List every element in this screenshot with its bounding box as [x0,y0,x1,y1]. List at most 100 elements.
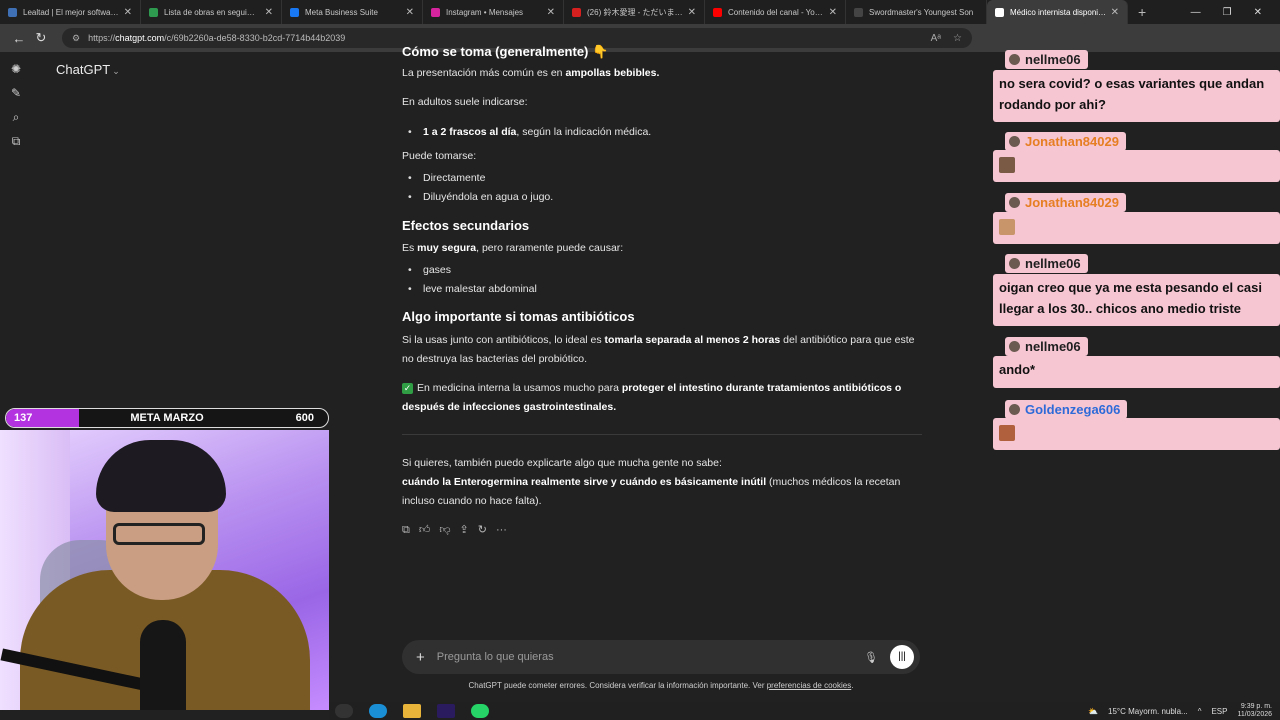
user-badge-icon [1009,54,1020,65]
chat-message-emote [993,212,1280,244]
tab-4[interactable]: (26) 鈴木愛理 - ただいまの星 ✕ [564,0,705,24]
paragraph: ✓ En medicina interna la usamos mucho par… [402,382,902,413]
user-badge-icon [1009,197,1020,208]
prompt-input[interactable]: Pregunta lo que quieras [437,651,864,663]
clock[interactable]: 9:39 p. m. 11/03/2026 [1237,703,1272,719]
minimize-icon[interactable]: — [1191,7,1201,18]
close-icon[interactable]: ✕ [688,7,696,18]
voice-mode-button[interactable]: ||| [890,645,914,669]
edge-icon[interactable] [369,704,387,718]
paragraph: cuándo la Enterogermina realmente sirve … [402,476,901,507]
emote-icon [999,424,1015,441]
close-icon[interactable]: ✕ [124,7,132,18]
list-item: leve malestar abdominal [402,280,922,299]
whatsapp-icon[interactable] [471,704,489,718]
tab-favicon [8,7,17,17]
thumbs-up-icon[interactable]: 👍︎ [419,521,431,540]
list: Directamente Diluyéndola en agua o jugo. [402,169,922,207]
tab-favicon [431,7,440,17]
list-item: gases [402,261,922,280]
model-selector[interactable]: ChatGPT ⌄ [56,62,120,77]
chat-username: Jonathan84029 [1005,132,1126,151]
reload-icon[interactable]: ↻ [30,30,52,46]
prompt-composer[interactable]: + Pregunta lo que quieras 🎙︎ ||| [402,640,920,674]
tab-1[interactable]: Lista de obras en seguimien ✕ [141,0,282,24]
tab-favicon [713,7,722,17]
webcam-microphone [140,620,186,710]
paragraph: Si quieres, también puedo explicarte alg… [402,457,722,469]
premiere-icon[interactable] [437,704,455,718]
list-item: Diluyéndola en agua o jugo. [402,188,922,207]
tab-3[interactable]: Instagram • Mensajes ✕ [423,0,564,24]
new-chat-icon[interactable]: ✎ [8,86,24,100]
emote-icon [999,218,1015,235]
tab-6[interactable]: Swordmaster's Youngest Son [846,0,987,24]
tab-favicon [149,7,158,17]
tab-5[interactable]: Contenido del canal - YouTu ✕ [705,0,846,24]
regenerate-icon[interactable]: ↻ [478,521,487,540]
divider [402,434,922,435]
copy-icon[interactable]: ⧉ [402,521,410,540]
read-aloud-icon[interactable]: Aᵃ [931,33,941,44]
goal-target: 600 [295,412,314,424]
close-icon[interactable]: ✕ [829,7,837,18]
chat-username: nellme06 [1005,254,1088,273]
close-icon[interactable]: ✕ [1111,7,1119,18]
chat-message-emote [993,150,1280,182]
more-icon[interactable]: ··· [496,521,507,540]
sidebar-rail: ✺ ✎ ⌕ ⧉ [0,52,32,402]
new-tab-button[interactable]: + [1128,4,1156,20]
favorite-star-icon[interactable]: ☆ [953,33,962,44]
tab-0[interactable]: Lealtad | El mejor software p ✕ [0,0,141,24]
tab-7-active[interactable]: Médico internista disponible ✕ [987,0,1128,24]
library-icon[interactable]: ⧉ [8,134,24,148]
webcam-feed [0,430,329,710]
add-attachment-icon[interactable]: + [416,649,425,666]
heading-antibioticos: Algo importante si tomas antibióticos [402,309,635,324]
chat-username: Jonathan84029 [1005,193,1126,212]
tray-up-icon[interactable]: ^ [1198,707,1202,716]
chat-message-text: oigan creo que ya me esta pesando el cas… [993,274,1280,326]
chat-message-text: no sera covid? o esas variantes que anda… [993,70,1280,122]
chat-username: nellme06 [1005,337,1088,356]
os-taskbar: ⛅ 15°C Mayorm. nubla... ^ ESP 9:39 p. m.… [329,702,1280,720]
tab-favicon [572,7,581,17]
list-item: 1 a 2 frascos al día, según la indicació… [402,123,922,142]
obs-icon[interactable] [335,704,353,718]
chevron-down-icon: ⌄ [112,66,120,76]
tab-favicon [290,7,299,17]
language-indicator[interactable]: ESP [1211,707,1227,716]
close-icon[interactable]: ✕ [547,7,555,18]
thumbs-down-icon[interactable]: 👎︎ [439,521,450,540]
paragraph: Si la usas junto con antibióticos, lo id… [402,334,915,365]
clock-time: 9:39 p. m. [1240,703,1272,710]
user-badge-icon [1009,136,1020,147]
close-icon[interactable]: ✕ [406,7,414,18]
stream-chat-overlay: no sera covid? o esas variantes que anda… [993,48,1280,450]
disclaimer: ChatGPT puede cometer errores. Considera… [468,681,854,690]
weather-text[interactable]: 15°C Mayorm. nubla... [1108,707,1188,716]
site-info-icon[interactable]: ⚙ [72,33,80,44]
assistant-message: Cómo se toma (generalmente) 👇 La present… [402,42,922,540]
goal-label: META MARZO [130,412,204,424]
goal-progress-bar: 137 META MARZO 600 [5,408,329,428]
close-icon[interactable]: ✕ [265,7,273,18]
openai-logo-icon[interactable]: ✺ [8,62,24,76]
back-icon[interactable]: ← [8,31,30,46]
system-tray: ⛅ 15°C Mayorm. nubla... ^ ESP 9:39 p. m.… [1088,703,1280,719]
check-mark-icon: ✓ [402,383,413,394]
close-window-icon[interactable]: ✕ [1254,7,1262,18]
maximize-icon[interactable]: ❐ [1223,7,1232,18]
weather-icon[interactable]: ⛅ [1088,707,1098,716]
url-tools: Aᵃ ☆ [931,33,962,44]
share-icon[interactable]: ⇪ [460,521,469,540]
cookie-preferences-link[interactable]: preferencias de cookies [767,681,852,690]
emote-icon [999,156,1015,173]
browser-tab-strip: Lealtad | El mejor software p ✕ Lista de … [0,0,1280,24]
chat-message-emote [993,418,1280,450]
tab-2[interactable]: Meta Business Suite ✕ [282,0,423,24]
heading-como-se-toma: Cómo se toma (generalmente) 👇 [402,44,609,59]
file-explorer-icon[interactable] [403,704,421,718]
microphone-icon[interactable]: 🎙︎ [864,651,878,664]
search-icon[interactable]: ⌕ [8,110,24,124]
